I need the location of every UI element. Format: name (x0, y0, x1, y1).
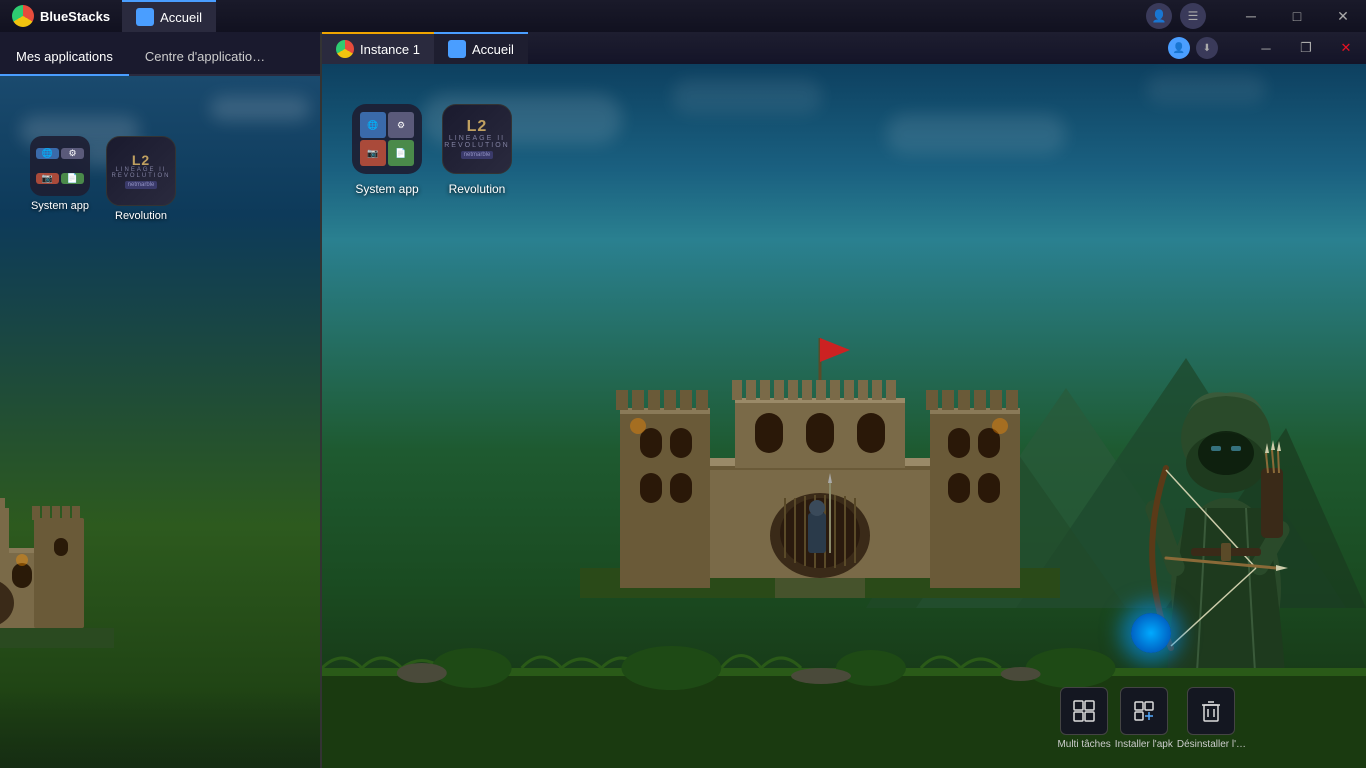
multi-tasks-label: Multi tâches (1057, 739, 1110, 750)
inner-cloud-2 (672, 79, 822, 114)
outer-tab-label: Accueil (160, 10, 202, 25)
bottom-toolbar: Multi tâches (1057, 687, 1246, 750)
cloud-3 (210, 96, 310, 121)
bluestacks-logo-icon (12, 5, 34, 27)
outer-logo-text: BlueStacks (40, 9, 110, 24)
system-icon-gear: ⚙ (61, 148, 84, 159)
system-icon-camera: 📷 (36, 173, 59, 184)
inner-system-app-label: System app (355, 182, 418, 196)
uninstall-app-button[interactable]: Désinstaller l'… (1177, 687, 1246, 750)
inner-castle-svg (580, 318, 1060, 598)
left-lineage-icon: L2 LINEAGE II REVOLUTION netmarble (106, 136, 176, 206)
multi-tasks-button[interactable]: Multi tâches (1057, 687, 1110, 750)
left-system-app-item[interactable]: 🌐 ⚙ 📷 📄 System app (30, 136, 90, 212)
inner-system-app-item[interactable]: 🌐 ⚙ 📷 📄 System app (352, 104, 422, 196)
inner-lineage-icon: L2 LINEAGE II REVOLUTION netmarble (442, 104, 512, 174)
inner-accueil-tab[interactable]: Accueil (434, 32, 528, 64)
outer-bluestacks-window: BlueStacks Accueil 👤 ☰ ─ □ ✕ Mes applica… (0, 0, 1366, 768)
outer-user-icon[interactable]: 👤 (1146, 3, 1172, 29)
inner-system-file-icon: 📄 (388, 140, 414, 166)
left-mist-effect (0, 688, 320, 768)
inner-accueil-tab-label: Accueil (472, 42, 514, 57)
outer-tab-home-icon (136, 8, 154, 26)
left-revolution-app-item[interactable]: L2 LINEAGE II REVOLUTION netmarble Revol… (106, 136, 176, 222)
install-apk-icon (1120, 687, 1168, 735)
inner-revolution-app-item[interactable]: L2 LINEAGE II REVOLUTION netmarble Revol… (442, 104, 512, 196)
inner-window-controls: ─ ❐ ✕ (1246, 32, 1366, 64)
system-icon-globe: 🌐 (36, 148, 59, 159)
uninstall-app-icon (1187, 687, 1235, 735)
instance-1-tab[interactable]: Instance 1 (322, 32, 434, 64)
instance-tab-logo-icon (336, 40, 354, 58)
inner-revolution-app-label: Revolution (449, 182, 506, 196)
outer-content-area: Mes applications Centre d'applicatio… (0, 32, 1366, 768)
inner-notification-area: 👤 ⬇ (1168, 32, 1218, 64)
inner-app-icons-area: 🌐 ⚙ 📷 📄 System app L2 LINEAGE II (352, 104, 512, 196)
outer-minimize-button[interactable]: ─ (1228, 0, 1274, 32)
tab-centre-applications[interactable]: Centre d'applicatio… (129, 39, 281, 74)
left-castle-svg (0, 448, 114, 648)
left-app-icons-area: 🌐 ⚙ 📷 📄 System app L2 LINEAGE II (30, 136, 176, 222)
system-icon-file: 📄 (61, 173, 84, 184)
inner-close-button[interactable]: ✕ (1326, 32, 1366, 64)
inner-system-camera-icon: 📷 (360, 140, 386, 166)
inner-system-gear-icon: ⚙ (388, 112, 414, 138)
outer-accueil-tab[interactable]: Accueil (122, 0, 216, 32)
left-instance-panel: Mes applications Centre d'applicatio… (0, 32, 320, 768)
outer-logo[interactable]: BlueStacks (0, 5, 122, 27)
install-apk-button[interactable]: Installer l'apk (1115, 687, 1173, 750)
uninstall-app-label: Désinstaller l'… (1177, 739, 1246, 750)
multi-tasks-icon (1060, 687, 1108, 735)
tab-mes-applications[interactable]: Mes applications (0, 39, 129, 76)
left-revolution-app-label: Revolution (115, 210, 167, 222)
outer-window-controls: ─ □ ✕ (1228, 0, 1366, 32)
outer-close-button[interactable]: ✕ (1320, 0, 1366, 32)
inner-background: 🌐 ⚙ 📷 📄 System app L2 LINEAGE II (322, 64, 1366, 768)
inner-accueil-icon (448, 40, 466, 58)
left-system-app-label: System app (31, 200, 89, 212)
inner-content-area: 🌐 ⚙ 📷 📄 System app L2 LINEAGE II (322, 64, 1366, 768)
outer-titlebar: BlueStacks Accueil 👤 ☰ ─ □ ✕ (0, 0, 1366, 32)
install-apk-label: Installer l'apk (1115, 739, 1173, 750)
inner-instance-window: Instance 1 Accueil 👤 ⬇ ─ ❐ ✕ (320, 32, 1366, 768)
left-nav-bar: Mes applications Centre d'applicatio… (0, 32, 320, 76)
outer-notification-area: 👤 ☰ (1146, 3, 1206, 29)
inner-user-icon[interactable]: 👤 (1168, 37, 1190, 59)
inner-maximize-button[interactable]: ❐ (1286, 32, 1326, 64)
outer-maximize-button[interactable]: □ (1274, 0, 1320, 32)
inner-titlebar: Instance 1 Accueil 👤 ⬇ ─ ❐ ✕ (322, 32, 1366, 64)
instance-tab-label: Instance 1 (360, 42, 420, 57)
outer-menu-icon[interactable]: ☰ (1180, 3, 1206, 29)
inner-download-icon[interactable]: ⬇ (1196, 37, 1218, 59)
inner-minimize-button[interactable]: ─ (1246, 32, 1286, 64)
inner-cloud-3 (886, 114, 1066, 154)
inner-system-globe-icon: 🌐 (360, 112, 386, 138)
inner-cloud-4 (1146, 74, 1266, 104)
left-panel-background: 🌐 ⚙ 📷 📄 System app L2 LINEAGE II (0, 76, 320, 768)
